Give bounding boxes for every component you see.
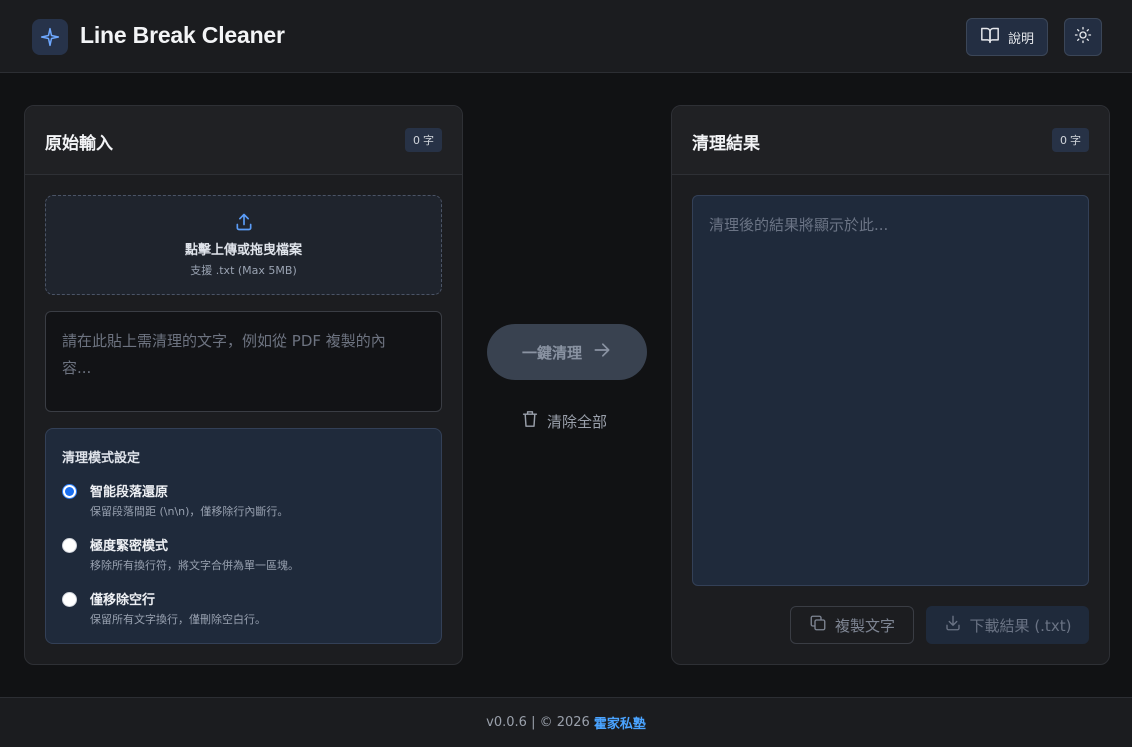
mode-radio-compact[interactable] [62, 538, 77, 553]
mode-option-remove-empty-lines[interactable]: 僅移除空行 保留所有文字換行，僅刪除空白行。 [62, 587, 422, 627]
mode-description: 保留所有文字換行，僅刪除空白行。 [90, 613, 266, 626]
mode-radio-remove-empty-lines[interactable] [62, 592, 77, 607]
arrow-right-icon [592, 340, 612, 364]
input-char-count: 0 [413, 133, 420, 147]
download-result-button[interactable]: 下載結果 (.txt) [926, 606, 1089, 644]
output-panel-title: 清理結果 [692, 134, 760, 154]
footer-version: v0.0.6 | © 2026 [486, 715, 590, 730]
output-panel: 清理結果 0 字 清理後的結果將顯示於此... 複製文字 下載結果 (.txt) [671, 105, 1110, 665]
output-placeholder: 清理後的結果將顯示於此... [709, 216, 889, 234]
sparkle-icon [32, 19, 68, 55]
output-char-count-badge: 0 字 [1052, 128, 1089, 152]
input-panel-title: 原始輸入 [45, 134, 113, 154]
app-header: Line Break Cleaner 說明 [0, 0, 1132, 73]
output-char-count: 0 [1060, 133, 1067, 147]
input-panel-header: 原始輸入 0 字 [25, 106, 462, 175]
trash-icon [522, 410, 538, 432]
mode-label: 智能段落還原 [90, 485, 169, 500]
mode-settings: 清理模式設定 智能段落還原 保留段落間距 (\n\n)，僅移除行內斷行。 極度緊… [45, 428, 442, 644]
source-text-input[interactable]: 請在此貼上需清理的文字，例如從 PDF 複製的內 容... [45, 311, 442, 412]
upload-icon [234, 212, 254, 236]
file-upload-dropzone[interactable]: 點擊上傳或拖曳檔案 支援 .txt (Max 5MB) [45, 195, 442, 295]
mode-radio-smart-paragraph[interactable] [62, 484, 77, 499]
copy-button-label: 複製文字 [834, 616, 895, 635]
upload-subtitle: 支援 .txt (Max 5MB) [190, 264, 297, 277]
output-char-unit: 字 [1070, 134, 1081, 147]
input-char-unit: 字 [423, 134, 434, 147]
mode-label: 極度緊密模式 [90, 539, 169, 554]
download-button-label: 下載結果 (.txt) [969, 616, 1072, 635]
mode-option-compact[interactable]: 極度緊密模式 移除所有換行符，將文字合併為單一區塊。 [62, 533, 422, 573]
help-button[interactable]: 說明 [966, 18, 1048, 56]
clear-all-button[interactable]: 清除全部 [522, 409, 607, 433]
book-icon [980, 26, 1000, 48]
clear-all-label: 清除全部 [547, 412, 608, 431]
download-icon [944, 614, 962, 636]
app-footer: v0.0.6 | © 2026 霍家私塾 [0, 697, 1132, 747]
result-text-output[interactable]: 清理後的結果將顯示於此... [692, 195, 1089, 586]
sun-icon [1074, 26, 1092, 48]
clean-button-label: 一鍵清理 [521, 343, 582, 362]
input-panel: 原始輸入 0 字 點擊上傳或拖曳檔案 支援 .txt (Max 5MB) 請在此… [24, 105, 463, 665]
copy-icon [809, 614, 827, 636]
app-title: Line Break Cleaner [80, 22, 285, 48]
mode-label: 僅移除空行 [90, 593, 156, 608]
input-char-count-badge: 0 字 [405, 128, 442, 152]
mode-option-smart-paragraph[interactable]: 智能段落還原 保留段落間距 (\n\n)，僅移除行內斷行。 [62, 479, 422, 519]
footer-author-link[interactable]: 霍家私塾 [594, 713, 646, 732]
copy-text-button[interactable]: 複製文字 [790, 606, 914, 644]
mode-description: 移除所有換行符，將文字合併為單一區塊。 [90, 559, 299, 572]
theme-toggle-button[interactable] [1064, 18, 1102, 56]
input-placeholder-line2: 容... [62, 359, 92, 377]
clean-button[interactable]: 一鍵清理 [487, 324, 647, 380]
help-button-label: 說明 [1007, 31, 1034, 47]
mode-settings-title: 清理模式設定 [62, 451, 141, 466]
input-placeholder-line1: 請在此貼上需清理的文字，例如從 PDF 複製的內 [62, 332, 386, 350]
upload-title: 點擊上傳或拖曳檔案 [184, 243, 302, 258]
mode-description: 保留段落間距 (\n\n)，僅移除行內斷行。 [90, 505, 289, 518]
output-panel-header: 清理結果 0 字 [672, 106, 1109, 175]
